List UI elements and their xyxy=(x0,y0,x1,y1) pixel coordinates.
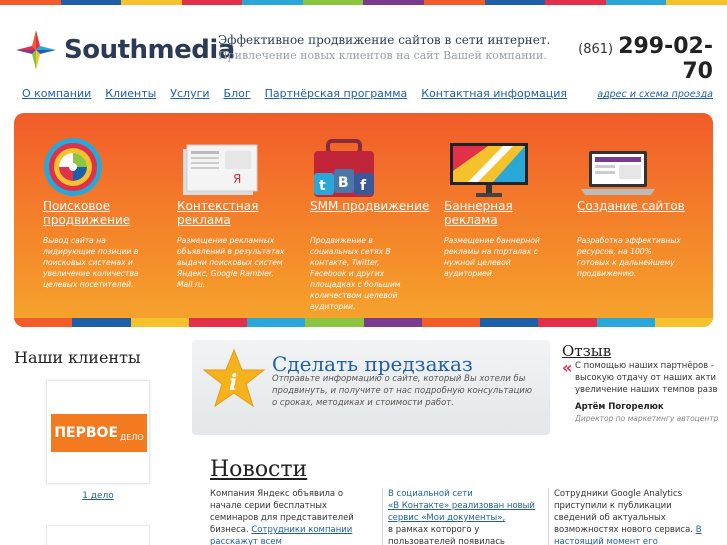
news-link[interactable]: «В Контакте» реализован новый сервис «Мо… xyxy=(388,501,535,523)
news-item-2: В социальной сети «В Контакте» реализова… xyxy=(382,488,542,545)
stripe-segment xyxy=(480,318,539,327)
logo-text: Southmedia xyxy=(64,35,235,65)
preorder-desc: Отправьте информацию о сайте, который Вы… xyxy=(272,374,532,408)
stripe-segment xyxy=(363,0,425,5)
service-title-smm[interactable]: SMM продвижение xyxy=(310,199,430,213)
service-desc-websites: Разработка эффективных ресурсов, на 100%… xyxy=(577,236,681,278)
stripe-segment xyxy=(130,318,189,327)
svg-text:Я: Я xyxy=(233,172,241,186)
service-title-context[interactable]: Контекстная реклама xyxy=(177,199,297,227)
review-role: Директор по маркетингу автоцентр xyxy=(575,414,719,423)
stripe-segment xyxy=(247,318,306,327)
tagline-sub: Привлечение новых клиентов на сайт Вашей… xyxy=(218,49,547,62)
logo[interactable]: Southmedia xyxy=(14,28,235,72)
stripe-segment xyxy=(538,318,597,327)
stripe-segment xyxy=(484,0,546,5)
stripe-segment xyxy=(188,318,247,327)
client-logo-card[interactable]: ПЕРВОЕ ДЕЛО xyxy=(46,380,150,484)
service-title-seo[interactable]: Поисковое продвижение xyxy=(43,199,163,227)
stripe-segment xyxy=(666,0,727,5)
nav-item-contacts[interactable]: Контактная информация xyxy=(421,87,567,100)
news-heading[interactable]: Новости xyxy=(210,457,307,482)
client-logo: ПЕРВОЕ ДЕЛО xyxy=(51,414,147,452)
stripe-segment xyxy=(363,318,422,327)
stripe-segment xyxy=(421,318,480,327)
review-line: увеличение наших темпов разв xyxy=(575,385,718,395)
nav-item-partners[interactable]: Партнёрская программа xyxy=(265,87,408,100)
tagline-main: Эффективное продвижение сайтов в сети ин… xyxy=(218,33,551,47)
client-name-link[interactable]: 1 дело xyxy=(46,491,150,501)
target-icon xyxy=(44,138,102,196)
stripe-segment xyxy=(305,318,364,327)
services-banner: Поисковое продвижение Вывод сайта на лид… xyxy=(14,113,713,327)
service-title-banner[interactable]: Баннерная реклама xyxy=(444,199,564,227)
nav-item-about[interactable]: О компании xyxy=(22,87,91,100)
clients-heading: Наши клиенты xyxy=(14,348,141,367)
review-text: С помощью наших партнёров - высокую отда… xyxy=(575,360,727,396)
top-navigation: О компании Клиенты Услуги Блог Партнёрск… xyxy=(22,87,567,100)
stripe-segment xyxy=(596,318,655,327)
news-text: в рамках которого у пользователей появил… xyxy=(388,525,505,545)
stripe-segment xyxy=(0,0,61,5)
stripe-segment xyxy=(14,318,73,327)
quote-icon: « xyxy=(562,358,573,377)
newspaper-icon: Я xyxy=(183,144,258,195)
stripe-segment xyxy=(242,0,303,5)
stripe-segment xyxy=(545,0,606,5)
laptop-icon xyxy=(581,151,655,195)
svg-text:f: f xyxy=(360,178,367,194)
banner-board-icon xyxy=(450,143,528,197)
stripe-segment xyxy=(181,0,243,5)
news-text: В социальной сети xyxy=(388,489,473,499)
service-desc-smm: Продвижение в социальных сетях В контакт… xyxy=(310,236,401,311)
client-logo-text: ПЕРВОЕ xyxy=(54,425,119,441)
stripe-segment xyxy=(424,0,485,5)
client-logo-sub: ДЕЛО xyxy=(120,432,144,442)
stripe-segment xyxy=(72,318,131,327)
star-logo-icon xyxy=(16,30,56,70)
nav-item-blog[interactable]: Блог xyxy=(224,87,251,100)
news-item-1: Компания Яндекс объявила о начале серии … xyxy=(210,488,370,545)
info-star-icon: i xyxy=(202,348,266,408)
service-desc-context: Размещение рекламных объявлений в резуль… xyxy=(177,236,285,289)
news-text: Сотрудники Google Analytics приступили к… xyxy=(554,489,693,535)
stripe-segment xyxy=(60,0,122,5)
svg-text:i: i xyxy=(229,370,237,396)
review-line: С помощью наших партнёров - xyxy=(575,361,714,371)
review-author: Артём Погорелюк xyxy=(575,402,664,412)
news-item-3: Сотрудники Google Analytics приступили к… xyxy=(548,488,708,545)
preorder-box[interactable]: i Сделать предзаказ Отправьте информацию… xyxy=(192,340,550,435)
top-color-stripe xyxy=(0,0,727,5)
nav-item-clients[interactable]: Клиенты xyxy=(105,87,156,100)
service-desc-banner: Размещение баннерной рекламы на порталах… xyxy=(444,236,540,278)
svg-text:B: B xyxy=(338,175,349,191)
social-bag-icon: t B f xyxy=(314,139,374,197)
stripe-segment xyxy=(121,0,182,5)
stripe-segment xyxy=(605,0,667,5)
address-map-link[interactable]: адрес и схема проезда xyxy=(597,89,713,100)
stripe-segment xyxy=(654,318,713,327)
phone-block: (861) 299-02-70 xyxy=(573,34,713,85)
stripe-segment xyxy=(302,0,364,5)
banner-color-stripe xyxy=(14,318,713,327)
nav-item-services[interactable]: Услуги xyxy=(170,87,209,100)
svg-text:t: t xyxy=(319,178,326,194)
service-desc-seo: Вывод сайта на лидирующие позиции в поис… xyxy=(43,236,139,289)
review-line: высокую отдачу от наших акти xyxy=(575,373,717,383)
phone-code: (861) xyxy=(578,42,614,57)
tagline: Эффективное продвижение сайтов в сети ин… xyxy=(218,33,550,62)
service-title-websites[interactable]: Создание сайтов xyxy=(577,199,697,213)
phone-number: 299-02-70 xyxy=(618,34,713,85)
client-logo-card-next[interactable] xyxy=(46,525,150,545)
